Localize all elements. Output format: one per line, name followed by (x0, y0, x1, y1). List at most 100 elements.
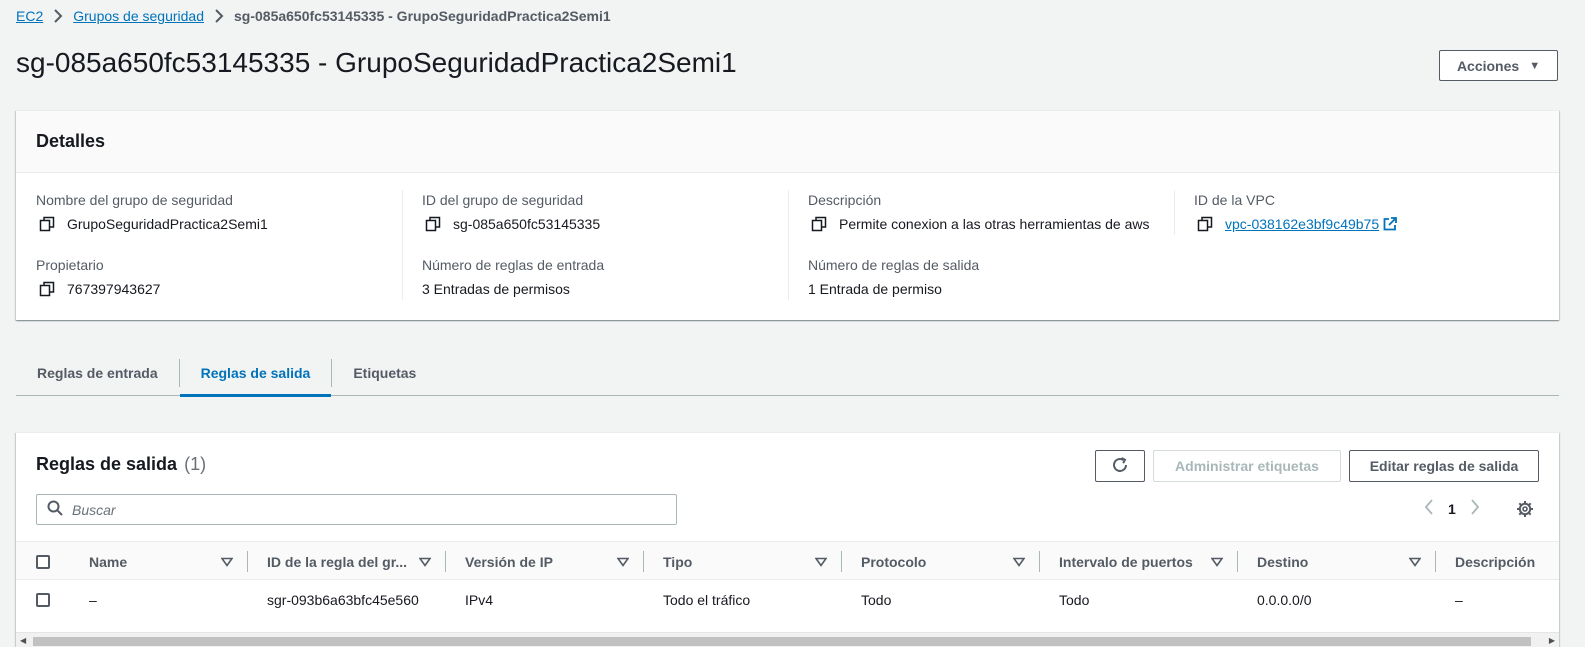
actions-button-label: Acciones (1456, 57, 1520, 74)
cell-name: – (89, 592, 97, 608)
sg-name-label: Nombre del grupo de seguridad (36, 192, 233, 208)
column-header-type[interactable]: Tipo (663, 542, 831, 581)
sort-icon (815, 557, 827, 567)
cell-port-range: Todo (1059, 592, 1090, 608)
details-header: Detalles (16, 111, 1559, 173)
scrollbar-thumb[interactable] (33, 637, 1531, 646)
column-resizer[interactable] (1237, 551, 1238, 572)
copy-icon[interactable] (425, 216, 441, 232)
sort-icon (419, 557, 431, 567)
page-title: sg-085a650fc53145335 - GrupoSeguridadPra… (16, 47, 737, 78)
actions-dropdown-button[interactable]: Acciones ▼ (1439, 50, 1558, 81)
column-resizer[interactable] (1435, 551, 1436, 572)
cell-description: – (1455, 592, 1463, 608)
vpc-id-field: ID de la VPC vpc-038162e3bf9c49b75 (1194, 190, 1554, 234)
table-header: Name ID de la regla del gr... Versión de… (16, 541, 1559, 580)
sg-name-value: GrupoSeguridadPractica2Semi1 (67, 216, 268, 232)
copy-icon[interactable] (39, 216, 55, 232)
column-divider (402, 190, 403, 300)
select-all-checkbox[interactable] (36, 542, 50, 581)
chevron-left-icon[interactable] (1424, 499, 1434, 518)
column-divider (788, 190, 789, 300)
cell-rule-id: sgr-093b6a63bfc45e560 (267, 592, 419, 608)
sg-id-label: ID del grupo de seguridad (422, 192, 584, 208)
tab-inbound-rules[interactable]: Reglas de entrada (16, 350, 179, 396)
sg-name-field: Nombre del grupo de seguridad GrupoSegur… (36, 190, 396, 234)
column-resizer[interactable] (247, 551, 248, 572)
rules-title-text: Reglas de salida (36, 454, 178, 474)
rules-count: (1) (184, 454, 207, 474)
breadcrumb: EC2 Grupos de seguridad sg-085a650fc5314… (16, 6, 611, 26)
owner-field: Propietario 767397943627 (36, 255, 396, 299)
vpc-id-label: ID de la VPC (1194, 192, 1275, 208)
tab-tags[interactable]: Etiquetas (332, 350, 437, 396)
cell-protocol: Todo (861, 592, 892, 608)
owner-value: 767397943627 (67, 281, 161, 297)
description-field: Descripción Permite conexion a las otras… (808, 190, 1168, 234)
column-header-name[interactable]: Name (89, 542, 237, 581)
breadcrumb-ec2-link[interactable]: EC2 (16, 8, 43, 24)
chevron-right-icon[interactable] (1470, 499, 1480, 518)
horizontal-scrollbar[interactable]: ◀ ▶ (16, 632, 1559, 647)
tab-outbound-rules[interactable]: Reglas de salida (179, 350, 332, 397)
description-value: Permite conexion a las otras herramienta… (839, 216, 1150, 232)
outbound-rules-panel: Reglas de salida (1) Administrar etiquet… (16, 432, 1559, 647)
refresh-icon (1111, 456, 1129, 477)
outbound-count-field: Número de reglas de salida 1 Entrada de … (808, 255, 1168, 299)
cell-destination: 0.0.0.0/0 (1257, 592, 1312, 608)
sort-icon (1409, 557, 1421, 567)
column-header-rule-id[interactable]: ID de la regla del gr... (267, 542, 435, 581)
cell-type: Todo el tráfico (663, 592, 751, 608)
manage-tags-button[interactable]: Administrar etiquetas (1153, 450, 1341, 482)
copy-icon[interactable] (1197, 216, 1213, 232)
sort-icon (1013, 557, 1025, 567)
edit-outbound-rules-button[interactable]: Editar reglas de salida (1349, 450, 1539, 482)
inbound-count-field: Número de reglas de entrada 3 Entradas d… (422, 255, 782, 299)
sort-icon (1211, 557, 1223, 567)
column-header-port-range[interactable]: Intervalo de puertos (1059, 542, 1227, 581)
copy-icon[interactable] (39, 281, 55, 297)
cell-ip-version: IPv4 (465, 592, 494, 608)
column-header-description[interactable]: Descripción (1455, 542, 1535, 581)
search-input[interactable] (70, 500, 676, 519)
column-resizer[interactable] (1039, 551, 1040, 572)
search-field[interactable] (36, 494, 677, 525)
caret-down-icon: ▼ (1529, 59, 1541, 72)
rules-title: Reglas de salida (1) (36, 454, 206, 475)
tabs-bar: Reglas de entrada Reglas de salida Etiqu… (16, 350, 1559, 397)
pagination: 1 (1424, 499, 1480, 518)
column-divider (1174, 190, 1175, 235)
sort-icon (617, 557, 629, 567)
refresh-button[interactable] (1095, 450, 1145, 482)
sg-id-field: ID del grupo de seguridad sg-085a650fc53… (422, 190, 782, 234)
column-header-protocol[interactable]: Protocolo (861, 542, 1029, 581)
breadcrumb-current: sg-085a650fc53145335 - GrupoSeguridadPra… (234, 8, 611, 24)
column-resizer[interactable] (841, 551, 842, 572)
sort-icon (221, 557, 233, 567)
scroll-left-icon[interactable]: ◀ (20, 636, 26, 645)
vpc-id-link[interactable]: vpc-038162e3bf9c49b75 (1225, 214, 1379, 234)
inbound-count-value: 3 Entradas de permisos (422, 281, 570, 297)
external-link-icon[interactable] (1383, 217, 1398, 231)
breadcrumb-security-groups-link[interactable]: Grupos de seguridad (73, 8, 204, 24)
scroll-right-icon[interactable]: ▶ (1549, 636, 1555, 645)
description-label: Descripción (808, 192, 882, 208)
copy-icon[interactable] (811, 216, 827, 232)
row-checkbox[interactable] (36, 580, 50, 620)
table-row[interactable]: – sgr-093b6a63bfc45e560 IPv4 Todo el trá… (16, 580, 1559, 620)
owner-label: Propietario (36, 257, 104, 273)
chevron-right-icon (53, 9, 63, 23)
gear-icon[interactable] (1516, 500, 1534, 521)
column-header-destination[interactable]: Destino (1257, 542, 1425, 581)
details-title: Detalles (36, 131, 106, 151)
outbound-count-label: Número de reglas de salida (808, 257, 980, 273)
chevron-right-icon (214, 9, 224, 23)
column-resizer[interactable] (445, 551, 446, 572)
inbound-count-label: Número de reglas de entrada (422, 257, 605, 273)
page-number[interactable]: 1 (1448, 501, 1456, 517)
column-resizer[interactable] (643, 551, 644, 572)
search-icon (47, 500, 63, 519)
column-header-ip-version[interactable]: Versión de IP (465, 542, 633, 581)
outbound-count-value: 1 Entrada de permiso (808, 281, 942, 297)
sg-id-value: sg-085a650fc53145335 (453, 216, 601, 232)
